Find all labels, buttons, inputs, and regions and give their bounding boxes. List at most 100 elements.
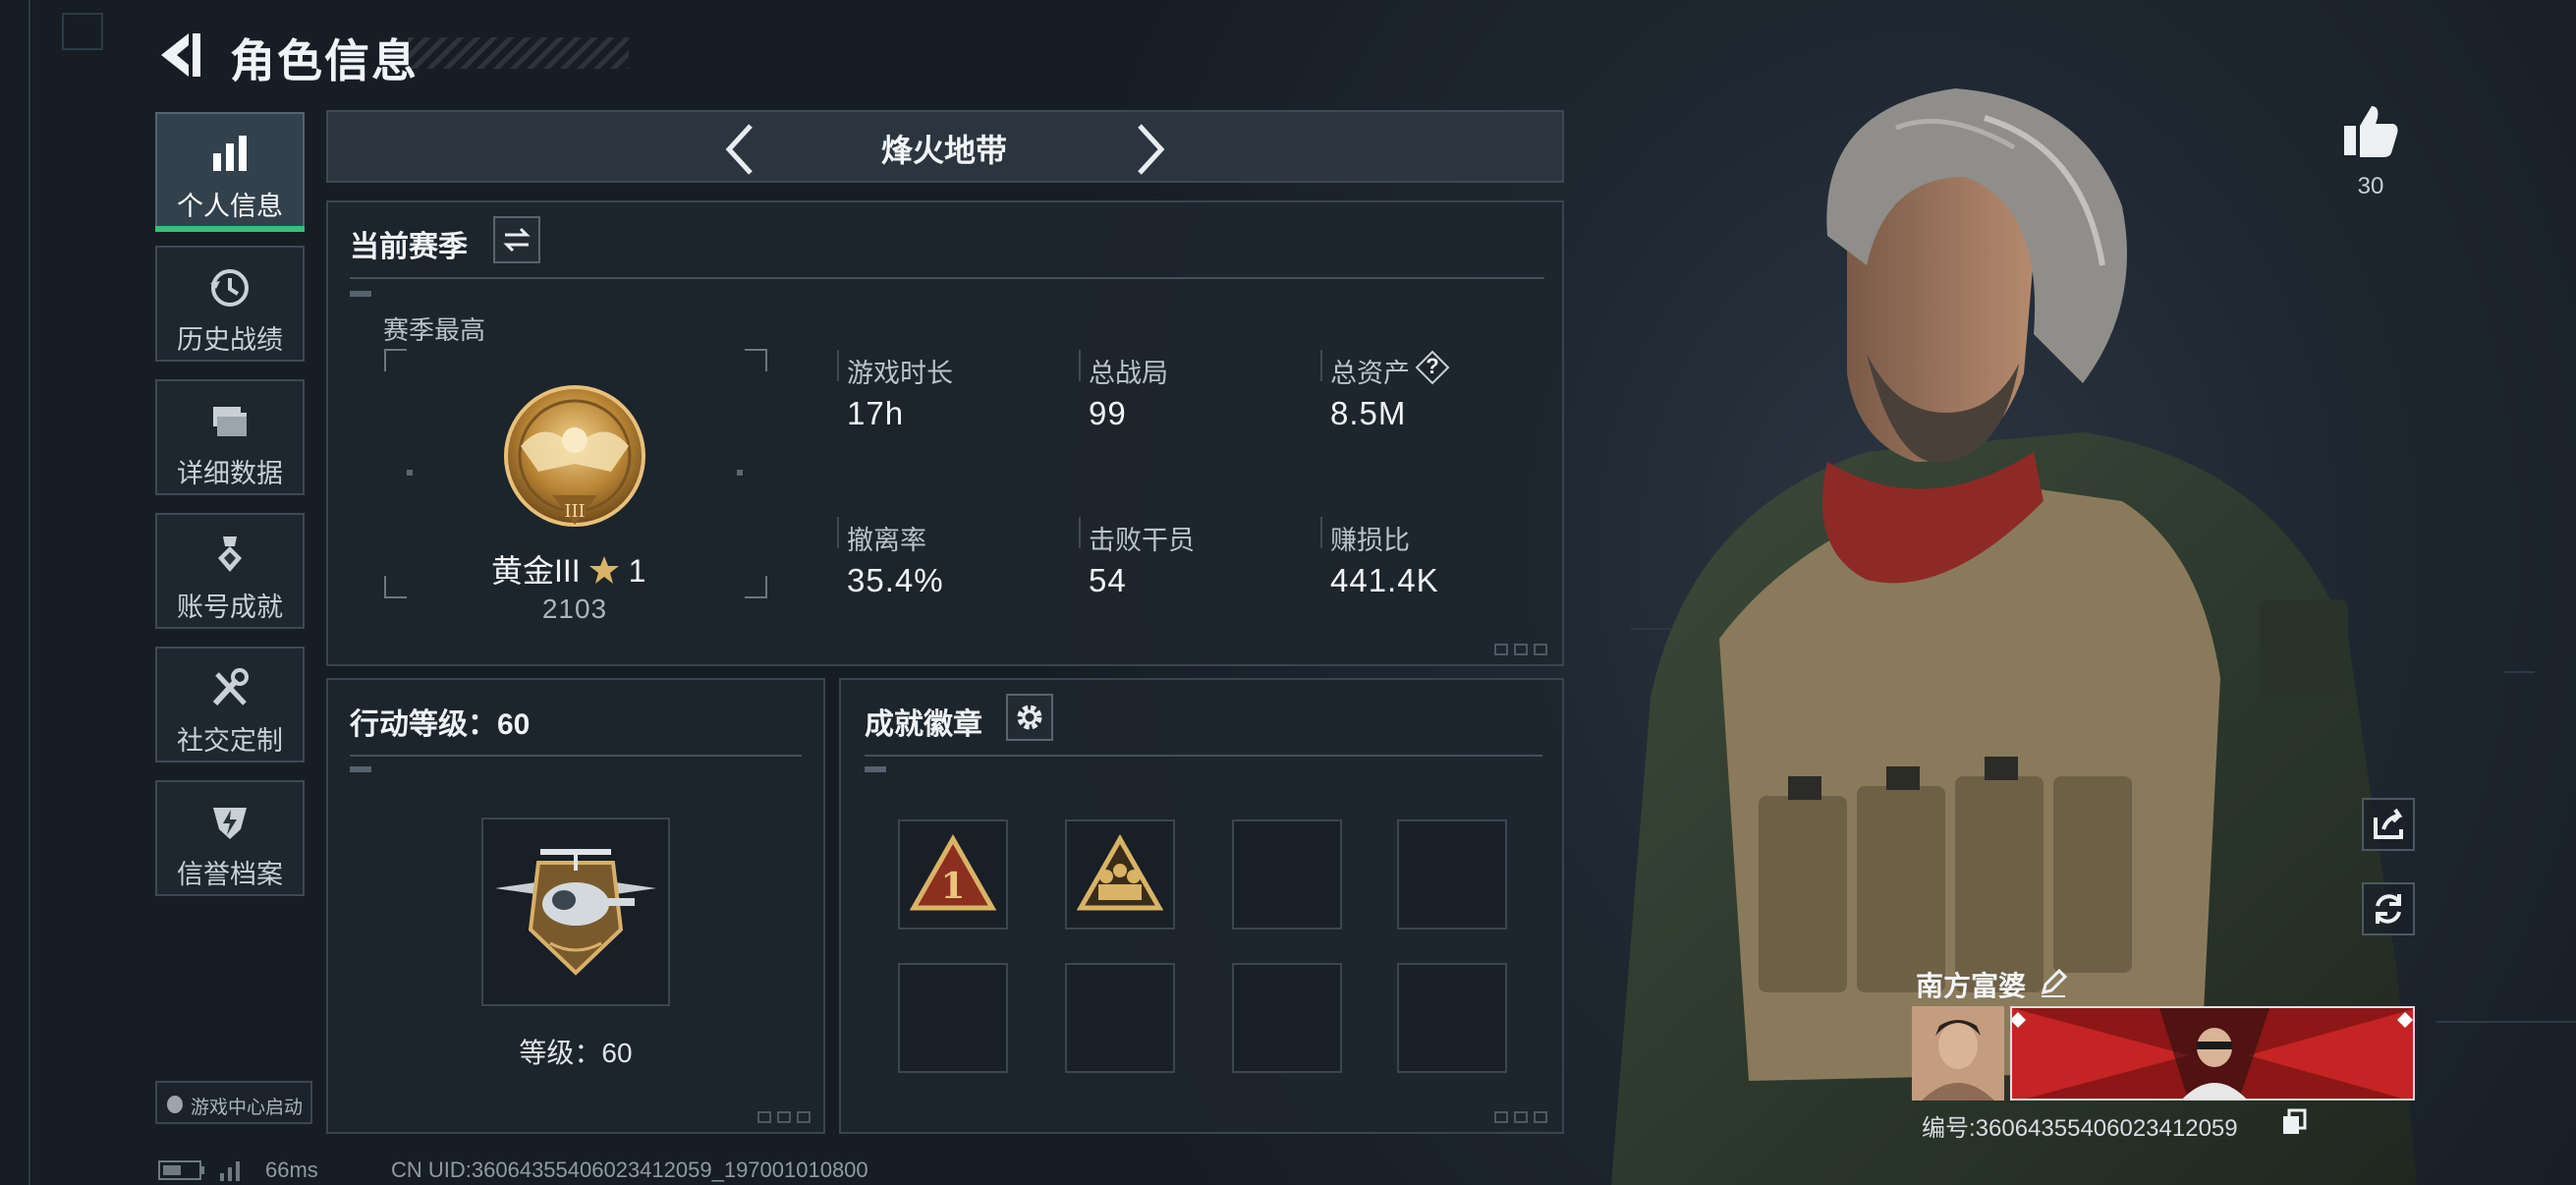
like-button[interactable]	[2338, 98, 2403, 163]
badge-slot-3[interactable]	[1232, 819, 1342, 930]
gear-icon	[1017, 705, 1042, 730]
banner-artwork-icon	[2012, 1008, 2413, 1099]
badge-slot-4[interactable]	[1397, 819, 1507, 930]
game-center-launch-button[interactable]: 游戏中心启动	[155, 1081, 312, 1124]
sidebar-item-achievements[interactable]: 账号成就	[155, 513, 305, 629]
divider	[865, 755, 1542, 757]
stat-separator	[1320, 350, 1322, 381]
stat-value-kills: 54	[1089, 562, 1127, 598]
sidebar-item-label: 详细数据	[177, 459, 283, 488]
stat-label-profit-ratio: 赚损比	[1330, 526, 1410, 555]
stat-label-extraction-rate: 撤离率	[847, 526, 926, 555]
rank-points: 2103	[541, 593, 608, 624]
folder-icon	[213, 407, 247, 436]
stat-label-total-assets: 总资产	[1330, 359, 1410, 388]
panel-corner-decoration	[757, 1111, 811, 1123]
stat-separator	[837, 517, 839, 548]
assets-help-button[interactable]: ?	[1415, 350, 1450, 385]
pencil-icon	[2041, 968, 2068, 997]
player-name-card-banner[interactable]	[2010, 1006, 2415, 1100]
action-level-title: 行动等级：60	[350, 708, 531, 741]
like-count: 30	[2357, 173, 2384, 199]
stat-value-play-time: 17h	[847, 395, 905, 431]
badge-rank-one-icon: 1	[910, 833, 996, 911]
sidebar-item-detail-data[interactable]: 详细数据	[155, 379, 305, 495]
badge-slot-6[interactable]	[1065, 963, 1175, 1073]
chevron-left-icon	[725, 124, 753, 175]
divider	[350, 277, 1544, 279]
sidebar-item-history[interactable]: 历史战绩	[155, 246, 305, 362]
divider	[350, 755, 802, 757]
stat-value-extraction-rate: 35.4%	[847, 562, 944, 598]
badge-slot-1[interactable]: 1	[898, 819, 1008, 930]
player-nickname: 南方富婆	[1916, 971, 2027, 1001]
panel-corner-decoration	[1494, 644, 1547, 655]
share-button[interactable]	[2362, 798, 2415, 851]
badge-squad-icon	[1077, 833, 1163, 911]
bar-chart-icon	[213, 136, 247, 171]
helicopter-emblem-icon	[495, 849, 656, 976]
share-icon	[2374, 808, 2403, 839]
rotate-button[interactable]	[2362, 882, 2415, 935]
chevron-right-icon	[1138, 124, 1165, 175]
stat-separator	[837, 350, 839, 381]
divider-accent	[350, 291, 371, 297]
stat-label-total-matches: 总战局	[1089, 359, 1168, 388]
sidebar-item-label: 历史战绩	[177, 325, 283, 355]
star-icon	[589, 556, 620, 584]
back-button[interactable]	[149, 28, 208, 83]
season-best-label: 赛季最高	[383, 315, 486, 345]
uid-text: CN UID:36064355406023412059_197001010800	[391, 1157, 868, 1182]
season-title: 当前赛季	[350, 231, 468, 263]
sidebar-item-label: 个人信息	[177, 192, 283, 221]
sidebar-item-label: 账号成就	[177, 592, 283, 622]
sidebar-item-social[interactable]: 社交定制	[155, 647, 305, 762]
copy-id-button[interactable]	[2281, 1108, 2307, 1136]
badge-slot-5[interactable]	[898, 963, 1008, 1073]
sidebar-item-reputation[interactable]: 信誉档案	[155, 780, 305, 896]
divider-accent	[350, 766, 371, 772]
svg-text:III: III	[564, 501, 585, 522]
badge-slot-7[interactable]	[1232, 963, 1342, 1073]
stat-label-kills: 击败干员	[1089, 526, 1195, 555]
stat-separator	[1079, 350, 1081, 381]
title-decoration	[408, 37, 629, 69]
divider-accent	[865, 766, 886, 772]
tools-icon	[212, 668, 249, 706]
sidebar-item-label: 信誉档案	[177, 860, 283, 889]
player-id: 编号:36064355406023412059	[1922, 1115, 2238, 1142]
panel-corner-decoration	[1494, 1111, 1547, 1123]
badge-slot-8[interactable]	[1397, 963, 1507, 1073]
edit-nickname-button[interactable]	[2038, 967, 2069, 998]
season-switch-button[interactable]	[493, 216, 540, 263]
stat-value-total-matches: 99	[1089, 395, 1127, 431]
history-clock-icon	[210, 269, 249, 307]
mode-next-button[interactable]	[1126, 120, 1173, 179]
badge-slot-2[interactable]	[1065, 819, 1175, 930]
player-avatar[interactable]	[1912, 1006, 2004, 1100]
rank-name-row: 黄金III 1	[491, 546, 658, 590]
avatar-portrait-icon	[1912, 1006, 2004, 1100]
mode-prev-button[interactable]	[717, 120, 764, 179]
mode-title: 烽火地带	[880, 133, 1007, 168]
stat-separator	[1320, 517, 1322, 548]
achievements-settings-button[interactable]	[1006, 694, 1053, 741]
stat-separator	[1079, 517, 1081, 548]
rank-stars: 1	[628, 553, 646, 589]
sidebar-item-personal-info[interactable]: 个人信息	[155, 112, 305, 228]
svg-text:1: 1	[940, 866, 965, 907]
thumbs-up-icon	[2344, 106, 2398, 157]
stat-value-total-assets: 8.5M	[1330, 395, 1407, 431]
ping-text: 66ms	[265, 1157, 318, 1182]
stat-value-profit-ratio: 441.4K	[1330, 562, 1439, 598]
active-tab-indicator	[155, 226, 305, 232]
game-center-label: 游戏中心启动	[191, 1098, 304, 1118]
achievements-title: 成就徽章	[865, 708, 982, 741]
back-arrow-icon	[161, 33, 200, 77]
battery-signal-icon	[158, 1160, 240, 1181]
help-mark: ?	[1426, 354, 1439, 378]
copy-icon	[2283, 1108, 2307, 1134]
medal-icon	[218, 536, 242, 572]
penguin-icon	[167, 1096, 183, 1113]
stat-label-play-time: 游戏时长	[847, 359, 953, 388]
